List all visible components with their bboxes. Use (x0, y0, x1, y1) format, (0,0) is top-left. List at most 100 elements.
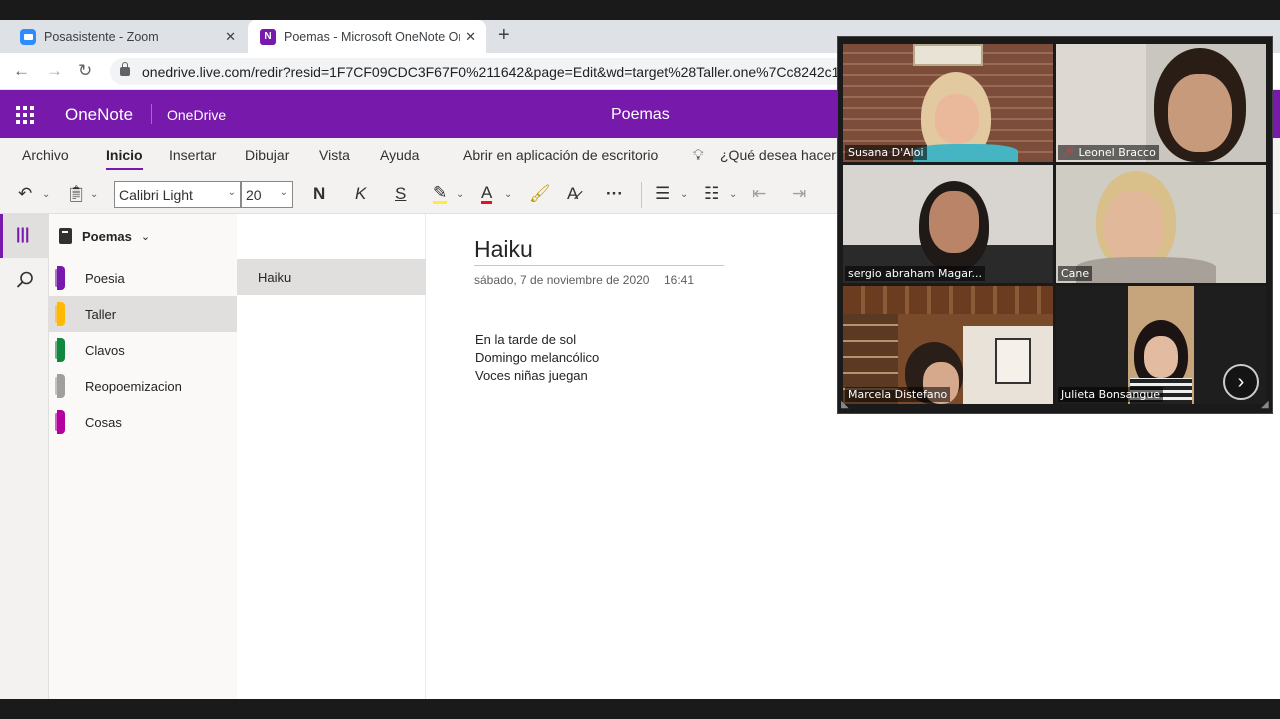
close-tab-icon[interactable]: ✕ (225, 29, 236, 45)
next-page-button[interactable]: › (1223, 364, 1259, 400)
clear-formatting-icon[interactable]: A̷ (567, 184, 578, 204)
note-line[interactable]: En la tarde de sol (475, 332, 576, 347)
back-arrow-icon[interactable]: ← (13, 61, 30, 81)
font-size-value: 20 (246, 187, 262, 203)
font-color-icon[interactable]: A (481, 184, 493, 204)
participant-face (1144, 336, 1178, 378)
app-name[interactable]: OneNote (65, 105, 133, 125)
section-reopoemizacion[interactable]: Reopoemizacion (49, 368, 237, 404)
onedrive-link[interactable]: OneDrive (167, 107, 226, 123)
resize-handle-icon[interactable]: ◢ (841, 399, 849, 410)
increase-indent-icon[interactable]: ⇥ (792, 184, 806, 204)
chevron-down-icon[interactable]: ⌄ (504, 189, 512, 200)
bullet-list-icon[interactable]: ☰ (655, 184, 670, 204)
chevron-down-icon: ⌄ (227, 187, 236, 198)
participant-name: 🎤︎ Leonel Bracco (1058, 145, 1159, 160)
section-label: Cosas (85, 414, 122, 430)
participant-shirt (913, 144, 1018, 162)
top-black-bar (0, 0, 1280, 20)
clipboard-icon[interactable]: 📋︎ (66, 184, 86, 204)
font-family-select[interactable]: Calibri Light ⌄ (114, 181, 241, 208)
video-tile-susana[interactable]: Susana D'Aloi (843, 44, 1053, 162)
note-line[interactable]: Domingo melancólico (475, 350, 599, 365)
format-painter-icon[interactable]: 🖌︎ (529, 184, 551, 204)
section-color-tab (55, 266, 65, 290)
participant-name: sergio abraham Magar... (845, 266, 985, 281)
onenote-favicon-icon: N (260, 28, 276, 45)
browser-tab-onenote[interactable]: N Poemas - Microsoft OneNote Or ✕ (248, 20, 486, 53)
participant-face (935, 94, 979, 144)
forward-arrow-icon[interactable]: → (46, 61, 63, 81)
toolbar-divider (641, 182, 642, 208)
notebook-icon (59, 228, 72, 244)
new-tab-icon[interactable]: + (498, 24, 510, 47)
video-tile-marcela[interactable]: Marcela Distefano (843, 286, 1053, 404)
video-tile-sergio[interactable]: sergio abraham Magar... (843, 165, 1053, 283)
undo-icon[interactable]: ↶ (18, 184, 32, 204)
italic-button[interactable]: K (355, 184, 366, 204)
participant-shirt (1076, 257, 1216, 283)
zoom-favicon-icon (20, 28, 36, 45)
tab-insertar[interactable]: Insertar (169, 147, 216, 163)
tell-me-search[interactable]: ¿Qué desea hacer? (720, 147, 844, 163)
more-options-button[interactable]: ··· (606, 184, 623, 204)
section-cosas[interactable]: Cosas (49, 404, 237, 440)
section-label: Taller (85, 306, 117, 322)
highlighter-icon[interactable]: ✎ (433, 184, 448, 204)
search-icon[interactable] (15, 270, 35, 290)
wall-picture (913, 44, 983, 66)
page-title[interactable]: Haiku (474, 236, 533, 263)
notebooks-icon[interactable]: ||| (0, 214, 49, 258)
numbered-list-icon[interactable]: ☷ (704, 184, 719, 204)
note-line[interactable]: Voces niñas juegan (475, 368, 588, 383)
bold-button[interactable]: N (313, 184, 325, 204)
video-tile-leonel[interactable]: 🎤︎ Leonel Bracco (1056, 44, 1266, 162)
chevron-down-icon[interactable]: ⌄ (680, 189, 688, 200)
app-launcher-icon[interactable] (16, 106, 34, 124)
tab-ayuda[interactable]: Ayuda (380, 147, 419, 163)
participant-name: Marcela Distefano (845, 387, 951, 402)
chevron-down-icon[interactable]: ⌄ (729, 189, 737, 200)
notebook-selector[interactable]: Poemas ⌄ (59, 228, 150, 244)
page-time: 16:41 (664, 273, 695, 287)
decrease-indent-icon[interactable]: ⇤ (752, 184, 766, 204)
video-tile-cane[interactable]: Cane (1056, 165, 1266, 283)
underline-button[interactable]: S (395, 184, 406, 204)
tab-title: Posasistente - Zoom (44, 29, 159, 44)
participant-name-text: Leonel Bracco (1078, 146, 1156, 159)
section-color-tab (55, 374, 65, 398)
document-title[interactable]: Poemas (611, 106, 670, 124)
reload-icon[interactable]: ↻ (78, 61, 92, 81)
page-date: sábado, 7 de noviembre de 2020 (474, 273, 650, 287)
tab-inicio[interactable]: Inicio (106, 147, 143, 170)
page-item-haiku[interactable]: Haiku (237, 259, 426, 295)
font-size-select[interactable]: 20 ⌄ (241, 181, 293, 208)
section-taller[interactable]: Taller (49, 296, 237, 332)
bottom-black-bar (0, 699, 1280, 719)
browser-tab-zoom[interactable]: Posasistente - Zoom ✕ (8, 20, 246, 53)
section-label: Reopoemizacion (85, 378, 182, 394)
close-tab-icon[interactable]: ✕ (465, 29, 476, 45)
chevron-down-icon[interactable]: ⌄ (90, 189, 98, 200)
section-clavos[interactable]: Clavos (49, 332, 237, 368)
page-item-label: Haiku (258, 270, 292, 285)
sections-panel: Poemas ⌄ Poesia Taller Clavos Reopoemiza… (49, 214, 237, 699)
resize-handle-icon[interactable]: ◢ (1261, 399, 1269, 410)
tab-archivo[interactable]: Archivo (22, 147, 69, 163)
wood-ceiling (843, 286, 1053, 314)
chevron-right-icon: › (1237, 370, 1245, 393)
section-label: Poesia (85, 270, 125, 286)
tab-vista[interactable]: Vista (319, 147, 350, 163)
participant-face (1168, 74, 1232, 152)
screen: Posasistente - Zoom ✕ N Poemas - Microso… (0, 0, 1280, 719)
url-text: onedrive.live.com/redir?resid=1F7CF09CDC… (142, 63, 852, 80)
tab-dibujar[interactable]: Dibujar (245, 147, 289, 163)
title-underline (474, 265, 724, 266)
chevron-down-icon[interactable]: ⌄ (456, 189, 464, 200)
section-poesia[interactable]: Poesia (49, 260, 237, 296)
chevron-down-icon[interactable]: ⌄ (42, 189, 50, 200)
section-color-tab (55, 410, 65, 434)
open-desktop-app-button[interactable]: Abrir en aplicación de escritorio (463, 147, 658, 163)
navigation-rail: ||| (0, 214, 49, 699)
zoom-gallery-window[interactable]: Susana D'Aloi 🎤︎ Leonel Bracco sergio ab… (837, 36, 1273, 414)
